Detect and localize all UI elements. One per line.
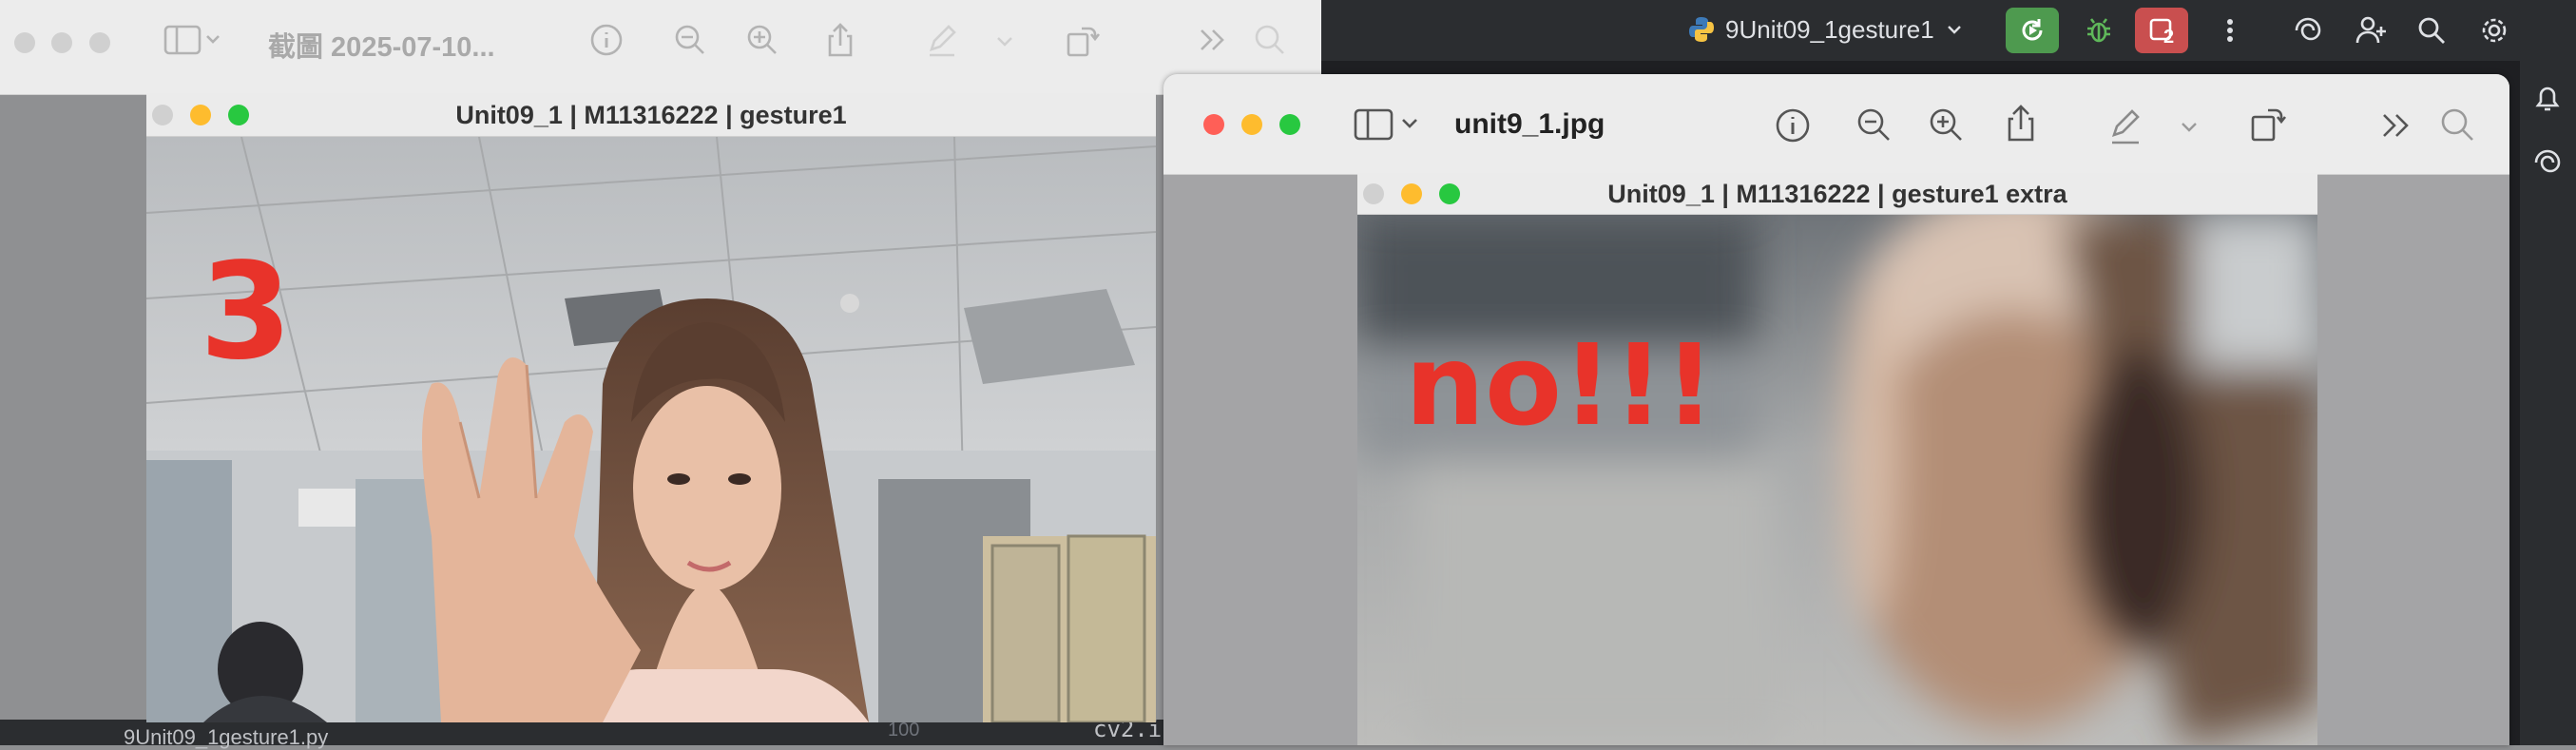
double-chevron-icon bbox=[1194, 21, 1232, 59]
status-file-name[interactable]: 9Unit09_1gesture1.py bbox=[124, 725, 328, 750]
window-title: 截圖 2025-07-10... bbox=[268, 32, 495, 63]
chevron-down-icon bbox=[2175, 105, 2203, 146]
add-user-icon bbox=[2354, 13, 2388, 48]
rerun-button[interactable] bbox=[2006, 8, 2059, 53]
rotate-button[interactable] bbox=[1063, 21, 1101, 59]
close-button[interactable] bbox=[14, 32, 35, 53]
ide-toolbar: 9Unit09_1gesture1 2 bbox=[1312, 0, 2576, 61]
preview-window-back: 截圖 2025-07-10... bbox=[0, 0, 1321, 95]
info-button[interactable] bbox=[1772, 105, 1814, 146]
webcam-frame: 3 bbox=[146, 137, 1156, 722]
zoom-out-icon bbox=[1854, 105, 1895, 146]
python-icon bbox=[1687, 15, 1716, 44]
cv-titlebar: Unit09_1 | M11316222 | gesture1 bbox=[146, 93, 1156, 137]
run-config-selector[interactable]: 9Unit09_1gesture1 bbox=[1687, 8, 1965, 51]
vertical-ellipsis-icon bbox=[2216, 14, 2244, 47]
bell-icon bbox=[2529, 80, 2566, 116]
cv-window-title: Unit09_1 | M11316222 | gesture1 bbox=[455, 101, 847, 129]
opencv-window-gesture1-extra: Unit09_1 | M11316222 | gesture1 extra no… bbox=[1357, 173, 2317, 745]
rotate-icon bbox=[1063, 21, 1101, 59]
ide-bottom-strip: 100 cv2.i 9Unit09_1gesture1.py bbox=[0, 716, 1312, 749]
search-icon bbox=[2437, 105, 2479, 146]
gear-icon bbox=[2478, 14, 2510, 47]
ide-right-toolwindow-bar bbox=[2519, 61, 2576, 745]
rotate-button[interactable] bbox=[2247, 103, 2289, 144]
preview-window-front: unit9_1.jpg Unit09_1 | M11316222 | gestu… bbox=[1163, 74, 2509, 745]
gutter-line-number: 100 bbox=[888, 720, 920, 740]
markup-dropdown[interactable] bbox=[990, 21, 1019, 59]
webcam-photo: 3 bbox=[146, 137, 1156, 722]
swirl-icon bbox=[2291, 13, 2325, 48]
cv-titlebar: Unit09_1 | M11316222 | gesture1 extra bbox=[1357, 173, 2317, 215]
search-icon bbox=[1251, 21, 1289, 59]
share-icon bbox=[821, 21, 859, 59]
bug-icon bbox=[2083, 14, 2115, 47]
minimize-button[interactable] bbox=[1241, 114, 1262, 135]
share-button[interactable] bbox=[2000, 103, 2042, 144]
rotate-icon bbox=[2247, 103, 2289, 144]
double-chevron-icon bbox=[2376, 105, 2418, 146]
zoom-button[interactable] bbox=[89, 32, 110, 53]
close-button[interactable] bbox=[1203, 114, 1224, 135]
pen-icon bbox=[922, 21, 960, 59]
markup-button[interactable] bbox=[922, 21, 960, 59]
search-everywhere-button[interactable] bbox=[2405, 8, 2458, 53]
search-icon bbox=[2415, 14, 2448, 47]
preview-toolbar: unit9_1.jpg bbox=[1163, 74, 2509, 175]
debug-button[interactable] bbox=[2072, 8, 2125, 53]
gesture-count-overlay: 3 bbox=[200, 235, 292, 390]
zoom-in-icon bbox=[1926, 105, 1968, 146]
info-icon bbox=[1772, 105, 1814, 146]
stop-badge: 2 bbox=[2163, 27, 2175, 48]
more-tools-button[interactable] bbox=[2376, 105, 2418, 146]
settings-button[interactable] bbox=[2468, 8, 2521, 53]
blurred-photo: no!!! bbox=[1357, 215, 2317, 745]
search-button[interactable] bbox=[2437, 105, 2479, 146]
zoom-in-button[interactable] bbox=[743, 21, 781, 59]
zoom-in-button[interactable] bbox=[1926, 105, 1968, 146]
share-icon bbox=[2000, 103, 2042, 144]
gesture-text-overlay: no!!! bbox=[1405, 319, 1716, 451]
zoom-out-button[interactable] bbox=[1854, 105, 1895, 146]
chevron-down-icon bbox=[990, 21, 1019, 59]
zoom-in-icon bbox=[743, 21, 781, 59]
share-button[interactable] bbox=[821, 21, 859, 59]
cv-window-title: Unit09_1 | M11316222 | gesture1 extra bbox=[1607, 180, 2067, 208]
more-options-button[interactable] bbox=[2203, 8, 2257, 53]
minimize-button[interactable] bbox=[51, 32, 72, 53]
info-button[interactable] bbox=[587, 21, 625, 59]
add-user-button[interactable] bbox=[2344, 8, 2397, 53]
swirl-icon bbox=[2529, 144, 2566, 181]
zoom-out-icon bbox=[671, 21, 709, 59]
more-tools-button[interactable] bbox=[1194, 21, 1232, 59]
zoom-out-button[interactable] bbox=[671, 21, 709, 59]
notifications-button[interactable] bbox=[2529, 80, 2566, 116]
markup-dropdown[interactable] bbox=[2175, 105, 2203, 146]
search-button[interactable] bbox=[1251, 21, 1289, 59]
pen-icon bbox=[2105, 105, 2146, 146]
window-title: unit9_1.jpg bbox=[1454, 108, 1605, 140]
sidebar-toggle-button[interactable] bbox=[1354, 105, 1424, 146]
ai-chat-button[interactable] bbox=[2529, 144, 2566, 181]
sidebar-icon bbox=[1354, 105, 1424, 146]
info-icon bbox=[587, 21, 625, 59]
zoom-button[interactable] bbox=[1279, 114, 1300, 135]
run-config-label: 9Unit09_1gesture1 bbox=[1725, 14, 1934, 44]
sidebar-icon bbox=[163, 21, 221, 59]
markup-button[interactable] bbox=[2105, 105, 2146, 146]
rerun-icon bbox=[2016, 14, 2048, 47]
ai-assistant-button[interactable] bbox=[2281, 8, 2335, 53]
chevron-down-icon bbox=[1944, 19, 1965, 40]
opencv-window-gesture1: Unit09_1 | M11316222 | gesture1 3 bbox=[146, 93, 1156, 722]
blurred-frame: no!!! bbox=[1357, 215, 2317, 745]
stop-button[interactable]: 2 bbox=[2135, 8, 2188, 53]
sidebar-toggle-button[interactable] bbox=[163, 21, 221, 59]
